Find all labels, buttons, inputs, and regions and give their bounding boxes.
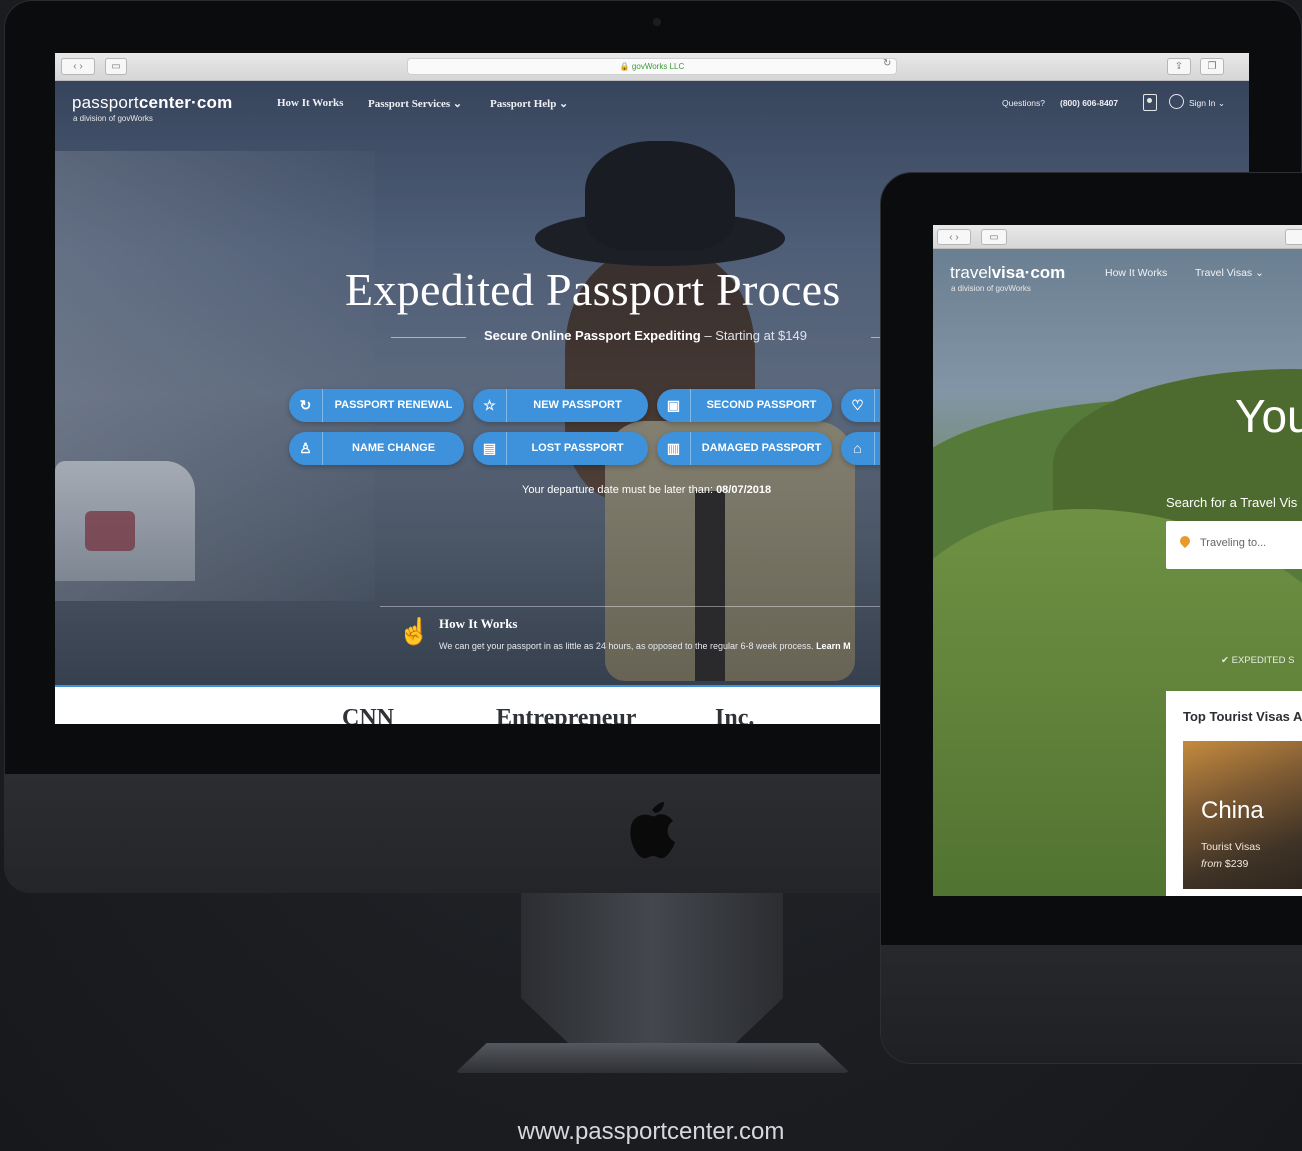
press-logo-cnn: CNN bbox=[342, 705, 394, 724]
travelvisa-logo[interactable]: travelvisa·com bbox=[950, 263, 1065, 283]
tv-hero-headline: You bbox=[1235, 390, 1302, 442]
ipad-address-bar[interactable] bbox=[1285, 229, 1302, 245]
ipad-device: ‹ › ▭ travelvisa·com a division of govWo… bbox=[880, 172, 1302, 1064]
passport-icon: ▣ bbox=[657, 389, 691, 422]
nav-how-it-works[interactable]: How It Works bbox=[277, 97, 343, 109]
back-forward-buttons[interactable]: ‹ › bbox=[61, 58, 95, 75]
ipad-browser-toolbar: ‹ › ▭ bbox=[933, 225, 1302, 249]
shirt-icon: ♡ bbox=[841, 389, 875, 422]
cap-icon: ⌂ bbox=[841, 432, 875, 465]
hero-headline: Expedited Passport Proces bbox=[345, 264, 841, 315]
nav-passport-help[interactable]: Passport Help ⌄ bbox=[490, 97, 568, 110]
apple-logo-icon bbox=[630, 802, 675, 859]
camera bbox=[653, 18, 661, 26]
press-logo-entrepreneur: Entrepreneur bbox=[496, 705, 637, 724]
reload-icon[interactable]: ↻ bbox=[883, 58, 891, 69]
ipad-back-forward-buttons[interactable]: ‹ › bbox=[937, 229, 971, 245]
country-name: China bbox=[1201, 797, 1264, 824]
tv-nav-travel-visas[interactable]: Travel Visas ⌄ bbox=[1195, 267, 1264, 279]
star-icon: ☆ bbox=[473, 389, 507, 422]
site-logo[interactable]: passportcenter·com bbox=[72, 93, 232, 113]
second-passport-button[interactable]: ▣ SECOND PASSPORT bbox=[657, 389, 832, 422]
nav-passport-services[interactable]: Passport Services ⌄ bbox=[368, 97, 462, 110]
imac-stand bbox=[455, 893, 850, 1075]
phone-number[interactable]: (800) 606-8407 bbox=[1060, 98, 1118, 108]
passport-id-icon[interactable] bbox=[1143, 94, 1157, 111]
sign-in-link[interactable]: Sign In ⌄ bbox=[1189, 98, 1225, 109]
expedited-badge: ✔ EXPEDITED S bbox=[1221, 655, 1295, 666]
new-passport-button[interactable]: ☆ NEW PASSPORT bbox=[473, 389, 648, 422]
tv-nav-how-it-works[interactable]: How It Works bbox=[1105, 267, 1167, 279]
damaged-passport-icon: ▥ bbox=[657, 432, 691, 465]
card-title: Top Tourist Visas A bbox=[1183, 709, 1302, 724]
learn-more-link[interactable]: Learn M bbox=[816, 641, 851, 651]
user-icon[interactable] bbox=[1169, 94, 1184, 109]
renewal-icon: ↻ bbox=[289, 389, 323, 422]
passport-renewal-button[interactable]: ↻ PASSPORT RENEWAL bbox=[289, 389, 464, 422]
visa-price: from $239 bbox=[1201, 858, 1249, 870]
how-it-works-text: We can get your passport in as little as… bbox=[439, 641, 851, 651]
share-icon[interactable]: ⇪ bbox=[1167, 58, 1191, 75]
name-change-button[interactable]: ♙ NAME CHANGE bbox=[289, 432, 464, 465]
website-caption: www.passportcenter.com bbox=[517, 1118, 785, 1145]
china-visa-tile[interactable]: China Tourist Visas from $239 bbox=[1183, 741, 1302, 889]
questions-label: Questions? bbox=[1002, 98, 1045, 108]
lost-passport-button[interactable]: ▤ LOST PASSPORT bbox=[473, 432, 648, 465]
damaged-passport-button[interactable]: ▥ DAMAGED PASSPORT bbox=[657, 432, 832, 465]
browser-toolbar: ‹ › ▭ 🔒 govWorks LLC ↻ ⇪ ❐ bbox=[55, 53, 1249, 81]
person-icon: ♙ bbox=[289, 432, 323, 465]
location-pin-icon bbox=[1177, 533, 1193, 549]
departure-notice: Your departure date must be later than: … bbox=[522, 484, 772, 496]
ipad-hero: travelvisa·com a division of govWorks Ho… bbox=[933, 249, 1302, 896]
tabs-icon[interactable]: ❐ bbox=[1200, 58, 1224, 75]
sidebar-icon[interactable]: ▭ bbox=[105, 58, 127, 75]
destination-search-input[interactable]: Traveling to... bbox=[1166, 521, 1302, 569]
address-bar[interactable]: 🔒 govWorks LLC bbox=[407, 58, 897, 75]
hero-subline: Secure Online Passport Expediting – Star… bbox=[391, 328, 911, 348]
how-it-works-title: How It Works bbox=[439, 616, 518, 631]
search-placeholder: Traveling to... bbox=[1200, 537, 1267, 549]
site-nav: passportcenter·com a division of govWork… bbox=[55, 81, 1249, 129]
hand-pointer-icon: ☝ bbox=[398, 616, 431, 646]
ipad-browser-window: ‹ › ▭ travelvisa·com a division of govWo… bbox=[933, 225, 1302, 896]
lost-passport-icon: ▤ bbox=[473, 432, 507, 465]
top-tourist-visas-card: Top Tourist Visas A China Tourist Visas … bbox=[1166, 691, 1302, 896]
travelvisa-tagline: a division of govWorks bbox=[951, 284, 1031, 293]
logo-tagline: a division of govWorks bbox=[73, 114, 153, 123]
press-logo-inc: Inc. bbox=[715, 705, 755, 724]
ipad-sidebar-icon[interactable]: ▭ bbox=[981, 229, 1007, 245]
visa-type: Tourist Visas bbox=[1201, 841, 1261, 853]
ipad-bezel-bottom bbox=[881, 945, 1302, 1063]
tv-search-label: Search for a Travel Vis bbox=[1166, 495, 1298, 510]
